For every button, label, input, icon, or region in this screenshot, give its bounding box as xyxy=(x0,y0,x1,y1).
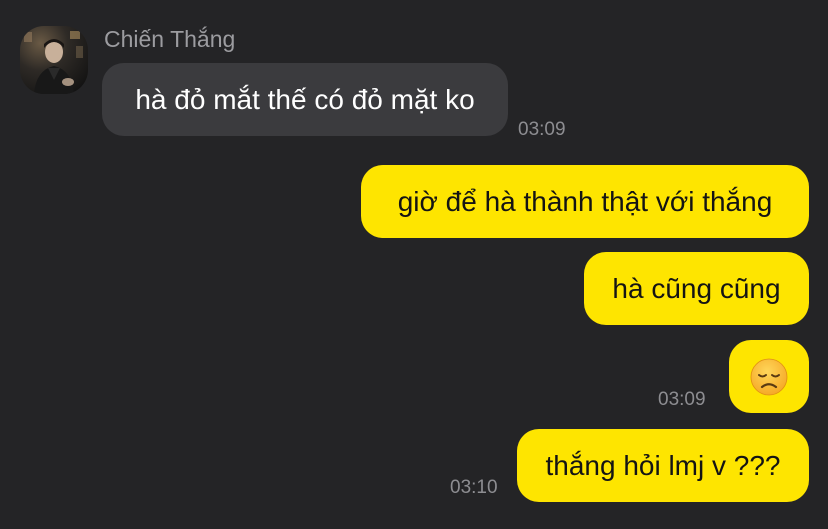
message-timestamp: 03:09 xyxy=(658,389,706,410)
sender-avatar[interactable] xyxy=(20,26,88,94)
sender-name: Chiến Thắng xyxy=(104,26,236,52)
outgoing-message-bubble[interactable]: giờ để hà thành thật với thắng xyxy=(361,165,809,238)
outgoing-message-bubble[interactable]: hà cũng cũng xyxy=(584,252,809,325)
outgoing-emoji-bubble[interactable] xyxy=(729,340,809,413)
message-timestamp: 03:10 xyxy=(450,477,498,498)
message-text: hà cũng cũng xyxy=(612,272,781,304)
disappointed-face-emoji xyxy=(750,358,788,395)
incoming-message-bubble[interactable]: hà đỏ mắt thế có đỏ mặt ko xyxy=(102,63,508,136)
message-text: thắng hỏi lmj v ??? xyxy=(545,449,781,481)
message-timestamp: 03:09 xyxy=(518,119,566,140)
message-text: hà đỏ mắt thế có đỏ mặt ko xyxy=(135,83,475,115)
outgoing-message-bubble[interactable]: thắng hỏi lmj v ??? xyxy=(517,429,809,502)
message-text: giờ để hà thành thật với thắng xyxy=(397,185,773,217)
avatar-photo xyxy=(20,26,88,94)
